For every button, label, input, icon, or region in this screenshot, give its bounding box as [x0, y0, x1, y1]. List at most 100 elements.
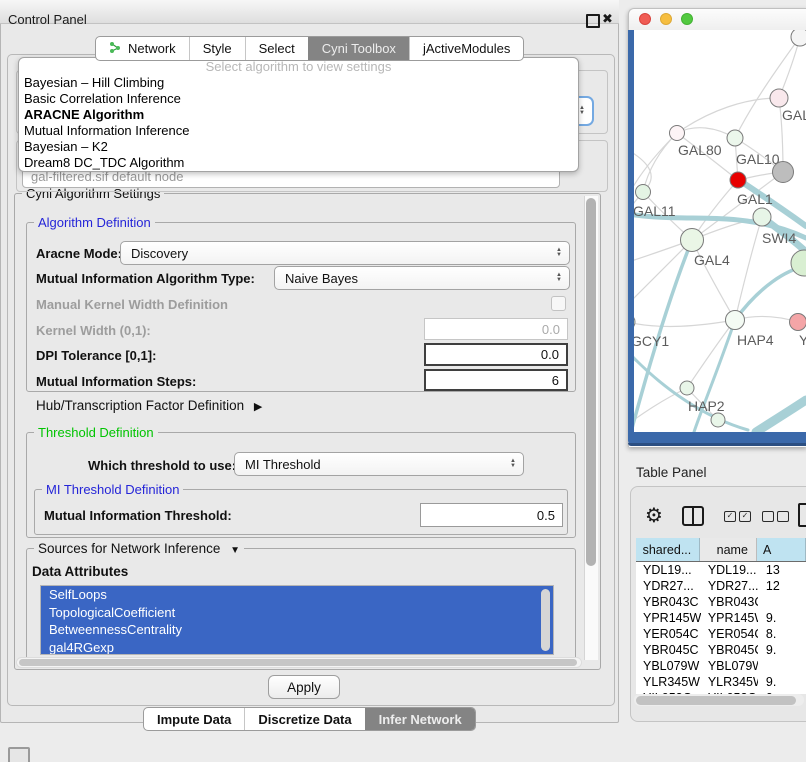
- combo-spinner-icon: ▲▼: [556, 242, 562, 264]
- table-cell: [758, 594, 806, 610]
- network-node[interactable]: [727, 130, 743, 146]
- data-attribute-item[interactable]: SelfLoops: [41, 586, 553, 604]
- tab-network[interactable]: Network: [96, 37, 189, 60]
- network-node[interactable]: [770, 89, 788, 107]
- network-node-label: GAL10: [736, 151, 780, 167]
- data-attribute-item[interactable]: BetweennessCentrality: [41, 621, 553, 639]
- mi-steps-label: Mutual Information Steps:: [36, 374, 196, 389]
- minimized-panel-icon[interactable]: [8, 747, 30, 762]
- network-node[interactable]: [730, 172, 746, 188]
- deselect-all-checkbox-icon[interactable]: [762, 511, 774, 522]
- show-columns-icon[interactable]: [682, 506, 704, 526]
- tab-network-label: Network: [128, 41, 176, 56]
- algorithm-option[interactable]: Basic Correlation Inference: [19, 91, 578, 107]
- sources-section-toggle[interactable]: Sources for Network Inference ▼: [34, 541, 244, 556]
- dropdown-items: Bayesian – Hill ClimbingBasic Correlatio…: [19, 75, 578, 171]
- sources-title: Sources for Network Inference: [38, 541, 220, 556]
- network-node[interactable]: [773, 162, 794, 183]
- network-edge: [634, 320, 735, 326]
- aracne-mode-combo[interactable]: Discovery ▲▼: [120, 241, 570, 265]
- select-all-checkbox-icon-2[interactable]: ✓: [739, 511, 751, 522]
- mi-type-value: Naive Bayes: [285, 271, 358, 286]
- settings-hscrollbar-thumb[interactable]: [19, 659, 577, 666]
- table-cell: YBR043C: [636, 594, 701, 610]
- which-threshold-combo[interactable]: MI Threshold ▲▼: [234, 452, 524, 476]
- network-node-label: HAP4: [737, 332, 774, 348]
- tab-cyni-toolbox[interactable]: Cyni Toolbox: [308, 37, 409, 60]
- network-node[interactable]: [681, 229, 704, 252]
- select-all-checkbox-icon[interactable]: ✓: [724, 511, 736, 522]
- float-panel-icon[interactable]: [586, 14, 600, 28]
- column-header-shared-name[interactable]: shared...: [636, 538, 700, 561]
- network-node[interactable]: [634, 314, 635, 330]
- mi-steps-field[interactable]: 6: [424, 369, 568, 391]
- network-edge: [643, 133, 677, 192]
- kernel-width-field[interactable]: 0.0: [424, 318, 568, 340]
- data-attribute-item[interactable]: gal4RGexp: [41, 639, 553, 656]
- table-row[interactable]: YBL079WYBL079W: [636, 658, 806, 674]
- network-node[interactable]: [711, 413, 725, 427]
- network-node[interactable]: [680, 381, 694, 395]
- settings-hscrollbar-track[interactable]: [16, 657, 582, 668]
- expanded-arrow-icon: ▼: [230, 545, 240, 556]
- gear-icon[interactable]: ⚙: [645, 503, 663, 528]
- algorithm-option[interactable]: Bayesian – K2: [19, 139, 578, 155]
- combo-spinner-icon: ▲▼: [556, 267, 562, 289]
- network-node[interactable]: [791, 30, 806, 46]
- algorithm-option[interactable]: Bayesian – Hill Climbing: [19, 75, 578, 91]
- data-attribute-item[interactable]: TopologicalCoefficient: [41, 604, 553, 622]
- table-row[interactable]: YBR045CYBR045C9.: [636, 642, 806, 658]
- network-node[interactable]: [753, 208, 771, 226]
- network-node[interactable]: [726, 311, 745, 330]
- network-node[interactable]: [791, 250, 806, 276]
- export-table-icon[interactable]: [798, 503, 806, 527]
- column-header-a[interactable]: A: [757, 538, 806, 561]
- network-node[interactable]: [790, 314, 806, 331]
- column-header-name[interactable]: name: [700, 538, 757, 561]
- settings-vscrollbar-thumb[interactable]: [586, 198, 596, 566]
- network-edge: [634, 240, 692, 304]
- mi-type-combo[interactable]: Naive Bayes ▲▼: [274, 266, 570, 290]
- tab-infer-network-label: Infer Network: [379, 712, 462, 727]
- hub-section-toggle[interactable]: Hub/Transcription Factor Definition ▶: [36, 398, 262, 413]
- table-row[interactable]: YLR345WYLR345W9.: [636, 674, 806, 690]
- network-window-titlebar[interactable]: [629, 9, 806, 30]
- table-cell: 9.: [758, 642, 806, 658]
- dpi-tolerance-field[interactable]: 0.0: [424, 343, 568, 366]
- close-icon[interactable]: ✖: [602, 11, 613, 27]
- algorithm-option[interactable]: Dream8 DC_TDC Algorithm: [19, 155, 578, 171]
- table-row[interactable]: YDL19...YDL19...13: [636, 562, 806, 578]
- manual-kernel-checkbox[interactable]: [551, 296, 566, 311]
- tab-select[interactable]: Select: [245, 37, 308, 60]
- tab-style[interactable]: Style: [189, 37, 245, 60]
- table-hscrollbar-track[interactable]: [634, 694, 804, 706]
- table-cell: YDL19...: [701, 562, 758, 578]
- table-body: YDL19...YDL19...13YDR27...YDR27...12YBR0…: [636, 562, 806, 694]
- network-canvas[interactable]: GAL2GAL80GAL10GAL1GAL11SWI4GAL4GCY1HAP4Y…: [634, 30, 806, 432]
- close-traffic-light-icon[interactable]: [639, 13, 651, 25]
- data-attributes-list[interactable]: SelfLoopsTopologicalCoefficientBetweenne…: [40, 585, 554, 655]
- network-node[interactable]: [636, 185, 651, 200]
- tab-discretize-data[interactable]: Discretize Data: [244, 708, 364, 730]
- table-row[interactable]: YDR27...YDR27...12: [636, 578, 806, 594]
- network-edge-highlighted: [756, 400, 806, 432]
- table-row[interactable]: YER054CYER054C8.: [636, 626, 806, 642]
- zoom-traffic-light-icon[interactable]: [681, 13, 693, 25]
- tab-jactivemodules[interactable]: jActiveModules: [409, 37, 523, 60]
- deselect-all-checkbox-icon-2[interactable]: [777, 511, 789, 522]
- minimize-traffic-light-icon[interactable]: [660, 13, 672, 25]
- tab-infer-network[interactable]: Infer Network: [365, 708, 475, 730]
- network-node[interactable]: [670, 126, 685, 141]
- combo-spinner-icon: ▲▼: [510, 453, 516, 475]
- tab-impute-data[interactable]: Impute Data: [144, 708, 244, 730]
- attributes-scrollbar-thumb[interactable]: [541, 589, 550, 651]
- table-row[interactable]: YBR043CYBR043C: [636, 594, 806, 610]
- algorithm-option[interactable]: Mutual Information Inference: [19, 123, 578, 139]
- apply-button[interactable]: Apply: [268, 675, 340, 699]
- table-cell: YDR27...: [701, 578, 758, 594]
- table-hscrollbar-thumb[interactable]: [636, 696, 796, 705]
- algorithm-option[interactable]: ARACNE Algorithm: [19, 107, 578, 123]
- mi-threshold-field[interactable]: 0.5: [420, 503, 563, 527]
- manual-kernel-label: Manual Kernel Width Definition: [36, 297, 228, 312]
- table-row[interactable]: YPR145WYPR145W9.: [636, 610, 806, 626]
